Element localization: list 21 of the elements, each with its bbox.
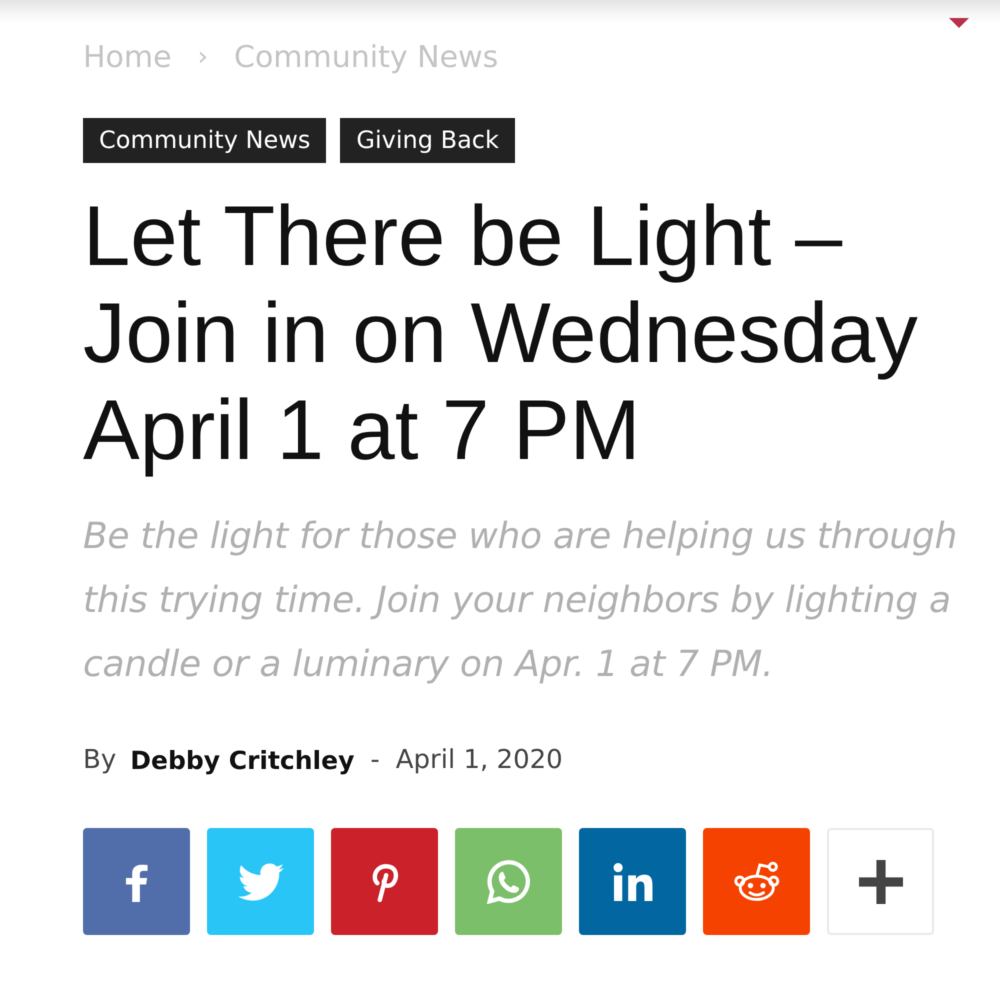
author-link[interactable]: Debby Critchley [130, 746, 354, 774]
category-tag[interactable]: Giving Back [340, 118, 515, 163]
plus-icon [858, 860, 902, 904]
whatsapp-icon [486, 860, 530, 904]
bird-icon [238, 862, 284, 900]
share-button[interactable] [331, 828, 438, 935]
facebook-icon [124, 862, 148, 902]
article-title: Let There be Light – Join in on Wednesday April 1 at 7 PM [83, 188, 919, 479]
share-button[interactable] [83, 828, 190, 935]
byline-separator: - [370, 745, 380, 775]
reddit-icon [732, 860, 780, 902]
linkedin-icon [612, 862, 652, 900]
category-tag[interactable]: Community News [83, 118, 326, 163]
byline-prefix: By [83, 745, 116, 775]
breadcrumb-separator: › [198, 42, 208, 72]
share-button[interactable] [827, 828, 934, 935]
article-excerpt: Be the light for those who are helping us through this trying time. Join your neighbors by lighting a candle or a luminary on Apr. 1 at 7 PM. [83, 515, 958, 687]
caret-icon[interactable] [949, 18, 969, 28]
share-button[interactable] [579, 828, 686, 935]
publish-date: April 1, 2020 [396, 745, 563, 775]
pinterest-icon [370, 862, 400, 902]
